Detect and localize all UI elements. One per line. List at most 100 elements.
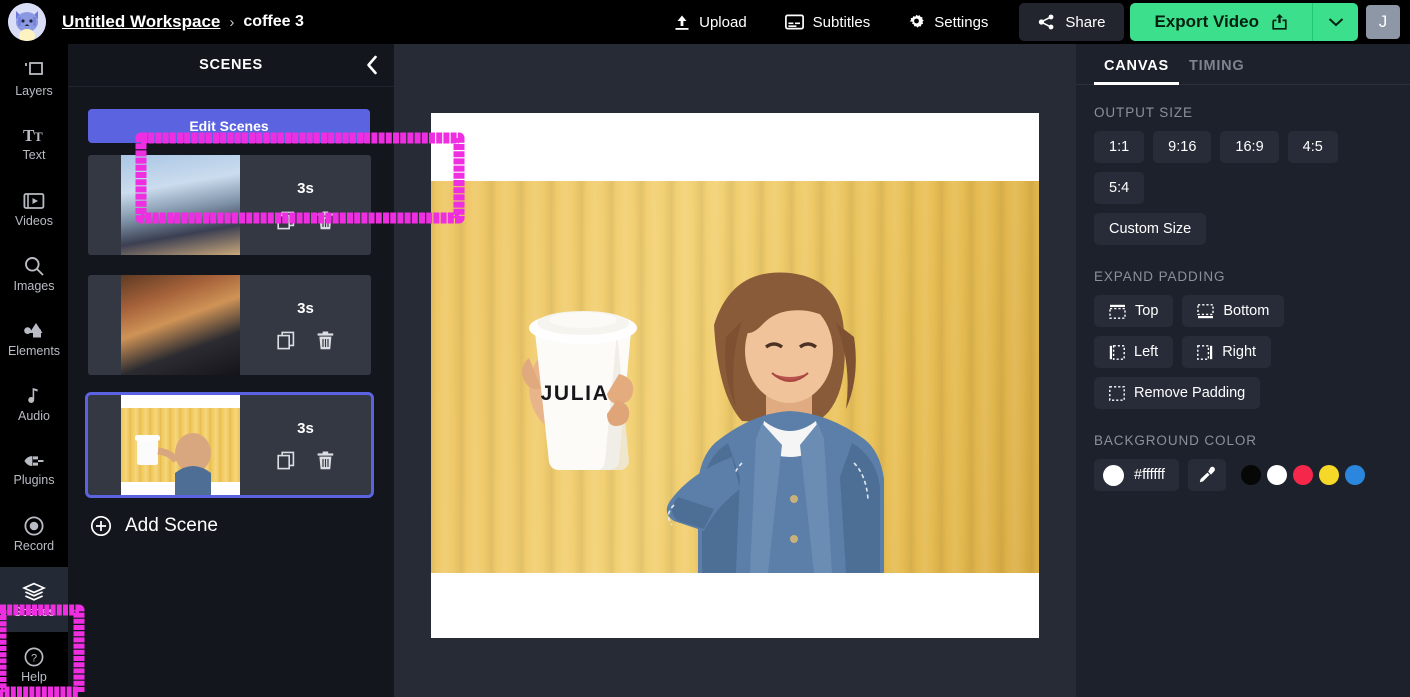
scenes-panel-header: SCENES: [68, 44, 394, 87]
output-size-5-4[interactable]: 5:4: [1094, 172, 1144, 204]
settings-label: Settings: [934, 14, 988, 31]
swatch-yellow[interactable]: [1319, 465, 1339, 485]
canvas-preview[interactable]: JULIA: [431, 113, 1039, 638]
add-scene-label: Add Scene: [125, 515, 218, 537]
cat-avatar-logo-icon[interactable]: [8, 3, 46, 41]
scene-duration: 3s: [297, 420, 314, 437]
padding-right-label: Right: [1222, 344, 1256, 360]
background-color-hex: #ffffff: [1134, 467, 1165, 483]
scene-card-meta: 3s: [240, 275, 371, 375]
expand-padding-row-1: Top Bottom: [1094, 295, 1392, 327]
swatch-white[interactable]: [1267, 465, 1287, 485]
cup-name-text: JULIA: [541, 382, 610, 405]
scenes-list[interactable]: Edit Scenes 3s: [68, 87, 394, 697]
sidebar-item-audio[interactable]: Audio: [0, 371, 68, 436]
expand-padding-label: EXPAND PADDING: [1094, 269, 1392, 284]
padding-left-button[interactable]: Left: [1094, 336, 1173, 368]
canvas-padding-bottom: [431, 573, 1039, 638]
upload-icon: [674, 14, 690, 31]
scene-duration: 3s: [297, 300, 314, 317]
output-size-16-9[interactable]: 16:9: [1220, 131, 1278, 163]
breadcrumb-separator: ›: [229, 14, 234, 31]
padding-bottom-button[interactable]: Bottom: [1182, 295, 1284, 327]
scene-card[interactable]: 3s: [88, 155, 371, 255]
svg-text:?: ?: [31, 652, 37, 664]
scene-card[interactable]: 3s: [88, 395, 371, 495]
sidebar-item-images[interactable]: Images: [0, 241, 68, 306]
text-icon: T T: [22, 126, 46, 146]
subtitles-icon: [785, 14, 804, 30]
pad-top-icon: [1109, 304, 1126, 319]
settings-button[interactable]: Settings: [889, 0, 1007, 44]
sidebar-item-plugins[interactable]: Plugins: [0, 437, 68, 502]
sidebar-item-record[interactable]: Record: [0, 502, 68, 567]
top-bar-actions: Upload Subtitles Settings: [655, 0, 1410, 44]
padding-left-label: Left: [1134, 344, 1158, 360]
breadcrumb-workspace[interactable]: Untitled Workspace: [62, 12, 220, 32]
delete-scene-button[interactable]: [316, 211, 335, 230]
canvas-padding-top: [431, 113, 1039, 181]
swatch-blue[interactable]: [1345, 465, 1365, 485]
sidebar-item-text[interactable]: T T Text: [0, 111, 68, 176]
export-group: Export Video: [1130, 3, 1358, 41]
delete-scene-button[interactable]: [316, 331, 335, 350]
padding-top-button[interactable]: Top: [1094, 295, 1173, 327]
user-avatar[interactable]: J: [1366, 5, 1400, 39]
cat-avatar-logo-icon-svg: [8, 3, 46, 41]
canvas-area[interactable]: JULIA: [394, 44, 1076, 697]
breadcrumb-project-name[interactable]: coffee 3: [243, 13, 303, 31]
share-label: Share: [1065, 14, 1105, 31]
tab-canvas[interactable]: CANVAS: [1094, 58, 1179, 84]
delete-scene-button[interactable]: [316, 451, 335, 470]
output-size-options: 1:1 9:16 16:9 4:5 5:4: [1094, 131, 1392, 204]
custom-size-button[interactable]: Custom Size: [1094, 213, 1206, 245]
share-button[interactable]: Share: [1019, 3, 1124, 41]
sidebar-item-label: Videos: [15, 215, 53, 228]
scene-card[interactable]: 3s: [88, 275, 371, 375]
share-export-icon: [1271, 13, 1288, 31]
duplicate-scene-button[interactable]: [277, 331, 296, 350]
chevron-down-icon: [1328, 17, 1344, 27]
breadcrumb: Untitled Workspace › coffee 3: [62, 12, 304, 32]
edit-scenes-button[interactable]: Edit Scenes: [88, 109, 370, 143]
sidebar-item-label: Record: [14, 540, 54, 553]
pad-remove-icon: [1109, 386, 1125, 401]
sidebar-item-label: Layers: [15, 85, 53, 98]
padding-right-button[interactable]: Right: [1182, 336, 1271, 368]
collapse-panel-button[interactable]: [364, 54, 380, 76]
coffee-cup: JULIA: [513, 296, 653, 471]
custom-size-row: Custom Size: [1094, 213, 1392, 245]
search-image-icon: [23, 255, 45, 277]
properties-panel-body: OUTPUT SIZE 1:1 9:16 16:9 4:5 5:4 Custom…: [1076, 85, 1410, 491]
add-scene-button[interactable]: Add Scene: [88, 515, 374, 537]
eyedropper-button[interactable]: [1188, 459, 1226, 491]
export-options-caret-button[interactable]: [1312, 3, 1358, 41]
duplicate-scene-button[interactable]: [277, 451, 296, 470]
sidebar-item-scenes[interactable]: Scenes: [0, 567, 68, 632]
output-size-1-1[interactable]: 1:1: [1094, 131, 1144, 163]
swatch-red[interactable]: [1293, 465, 1313, 485]
sidebar-item-help[interactable]: ? Help: [0, 632, 68, 697]
subtitles-button[interactable]: Subtitles: [766, 0, 890, 44]
background-color-field[interactable]: #ffffff: [1094, 459, 1179, 491]
scene-card-meta: 3s: [240, 395, 371, 495]
scene-card-actions: [277, 331, 335, 350]
output-size-9-16[interactable]: 9:16: [1153, 131, 1211, 163]
trash-icon: [316, 211, 335, 230]
sidebar-item-label: Images: [14, 280, 55, 293]
pad-left-icon: [1109, 345, 1125, 360]
copy-icon: [277, 451, 296, 470]
output-size-4-5[interactable]: 4:5: [1288, 131, 1338, 163]
remove-padding-button[interactable]: Remove Padding: [1094, 377, 1260, 409]
expand-padding-row-2: Left Right: [1094, 336, 1392, 368]
sidebar-item-label: Scenes: [13, 606, 55, 619]
sidebar-item-layers[interactable]: Layers: [0, 46, 68, 111]
sidebar-item-elements[interactable]: Elements: [0, 306, 68, 371]
swatch-black[interactable]: [1241, 465, 1261, 485]
export-video-button[interactable]: Export Video: [1130, 3, 1312, 41]
duplicate-scene-button[interactable]: [277, 211, 296, 230]
tab-timing[interactable]: TIMING: [1179, 58, 1255, 84]
upload-button[interactable]: Upload: [655, 0, 766, 44]
sidebar-item-label: Plugins: [14, 474, 55, 487]
sidebar-item-videos[interactable]: Videos: [0, 176, 68, 241]
